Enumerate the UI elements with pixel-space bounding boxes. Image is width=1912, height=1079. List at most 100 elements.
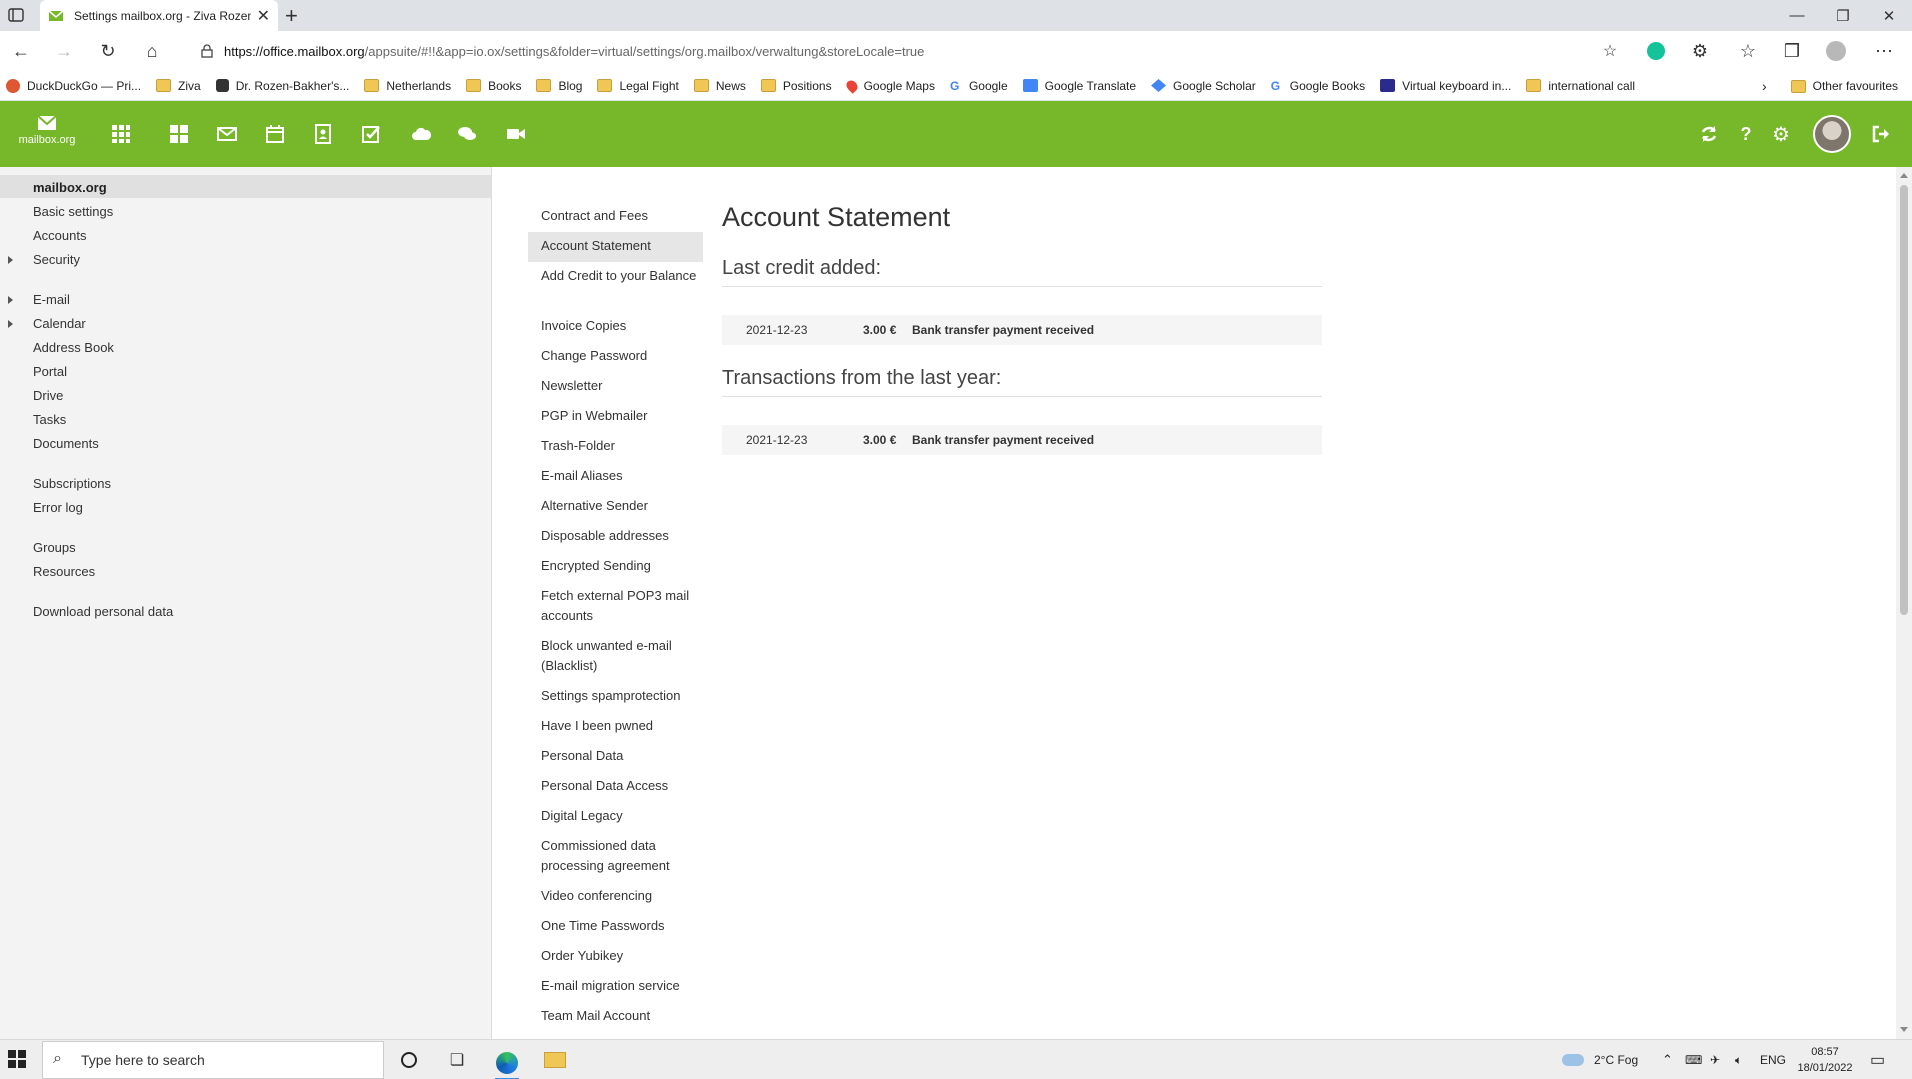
scroll-down-icon[interactable] xyxy=(1900,1027,1908,1032)
tree-item-download-personal-data[interactable]: Download personal data xyxy=(33,604,173,619)
bookmark-google-translate[interactable]: Google Translate xyxy=(1022,79,1136,93)
tree-item-groups[interactable]: Groups xyxy=(33,540,76,555)
other-favourites[interactable]: Other favourites xyxy=(1813,79,1898,93)
lock-icon[interactable] xyxy=(200,44,214,58)
bookmark-google[interactable]: G Google xyxy=(950,79,1008,94)
menu-item-spamprotection[interactable]: Settings spamprotection xyxy=(541,686,701,706)
favorites-icon[interactable]: ☆ xyxy=(1736,39,1760,63)
menu-item-alternative-sender[interactable]: Alternative Sender xyxy=(541,496,701,516)
expand-arrow-icon[interactable] xyxy=(8,296,13,304)
tree-item-address-book[interactable]: Address Book xyxy=(33,340,114,355)
address-bar[interactable]: https://office.mailbox.org/appsuite/#!!&… xyxy=(184,36,1620,66)
menu-item-change-password[interactable]: Change Password xyxy=(541,346,701,366)
menu-item-digital-legacy[interactable]: Digital Legacy xyxy=(541,806,701,826)
scroll-up-icon[interactable] xyxy=(1900,173,1908,178)
tray-chevron-icon[interactable]: ⌃ xyxy=(1662,1040,1673,1079)
bookmark-virtual-keyboard[interactable]: Virtual keyboard in... xyxy=(1380,79,1511,93)
help-icon[interactable]: ? xyxy=(1735,123,1757,145)
restore-icon[interactable]: ❐ xyxy=(1820,0,1866,31)
expand-arrow-icon[interactable] xyxy=(8,256,13,264)
tree-item-calendar[interactable]: Calendar xyxy=(33,316,86,331)
bookmark-rozen-bakher[interactable]: Dr. Rozen-Bakher's... xyxy=(215,79,349,93)
menu-item-blacklist[interactable]: Block unwanted e-mail (Blacklist) xyxy=(541,636,701,676)
menu-item-email-aliases[interactable]: E-mail Aliases xyxy=(541,466,701,486)
menu-item-invoice-copies[interactable]: Invoice Copies xyxy=(541,316,701,336)
tasks-icon[interactable] xyxy=(360,123,382,145)
edge-icon[interactable] xyxy=(495,1048,519,1079)
expand-arrow-icon[interactable] xyxy=(8,320,13,328)
grammarly-icon[interactable] xyxy=(1644,39,1668,63)
menu-item-personal-data[interactable]: Personal Data xyxy=(541,746,701,766)
bookmark-folder-international-call[interactable]: international call xyxy=(1526,79,1635,93)
profile-icon[interactable] xyxy=(1824,39,1848,63)
windows-start-icon[interactable] xyxy=(8,1050,26,1068)
bookmark-folder-books[interactable]: Books xyxy=(466,79,521,93)
bookmark-folder-positions[interactable]: Positions xyxy=(760,79,832,93)
file-explorer-icon[interactable] xyxy=(543,1048,567,1072)
reload-icon[interactable]: ↻ xyxy=(96,39,120,63)
chevron-right-icon[interactable]: › xyxy=(1762,78,1767,94)
tab-close-icon[interactable]: ✕ xyxy=(257,6,270,26)
calendar-icon[interactable] xyxy=(264,123,286,145)
tree-item-security[interactable]: Security xyxy=(33,252,80,267)
weather-widget[interactable]: 2°C Fog xyxy=(1562,1040,1638,1079)
bookmark-google-maps[interactable]: Google Maps xyxy=(843,77,935,94)
page-scrollbar[interactable] xyxy=(1896,167,1912,1039)
drive-cloud-icon[interactable] xyxy=(410,123,432,145)
back-icon[interactable]: ← xyxy=(9,39,33,63)
menu-item-pgp-in-webmailer[interactable]: PGP in Webmailer xyxy=(541,406,701,426)
menu-item-team-mail-account[interactable]: Team Mail Account xyxy=(541,1006,701,1026)
menu-item-one-time-passwords[interactable]: One Time Passwords xyxy=(541,916,701,936)
mailbox-logo[interactable]: mailbox.org xyxy=(16,115,78,146)
chat-icon[interactable] xyxy=(456,123,478,145)
notifications-icon[interactable]: ▭ xyxy=(1870,1040,1885,1079)
menu-item-disposable-addresses[interactable]: Disposable addresses xyxy=(541,526,701,546)
collections-icon[interactable]: ❒ xyxy=(1780,39,1804,63)
apps-grid-icon[interactable] xyxy=(110,123,132,145)
cortana-icon[interactable] xyxy=(397,1048,421,1072)
tree-item-basic-settings[interactable]: Basic settings xyxy=(33,204,113,219)
menu-item-trash-folder[interactable]: Trash-Folder xyxy=(541,436,701,456)
system-clock[interactable]: 08:57 18/01/2022 xyxy=(1790,1044,1860,1076)
tree-item-email[interactable]: E-mail xyxy=(33,292,70,307)
minimize-icon[interactable]: — xyxy=(1774,0,1820,31)
bookmark-duckduckgo[interactable]: DuckDuckGo — Pri... xyxy=(6,78,141,93)
input-method-icon[interactable]: ⌨ xyxy=(1685,1040,1702,1079)
bookmark-folder-news[interactable]: News xyxy=(693,79,746,93)
scrollbar-thumb[interactable] xyxy=(1900,185,1908,615)
bookmark-folder-legal-fight[interactable]: Legal Fight xyxy=(597,79,679,93)
settings-gear-icon[interactable]: ⚙ xyxy=(1770,123,1792,146)
menu-item-add-credit[interactable]: Add Credit to your Balance xyxy=(541,266,701,286)
logout-icon[interactable] xyxy=(1870,123,1892,145)
menu-item-order-yubikey[interactable]: Order Yubikey xyxy=(541,946,701,966)
airplane-mode-icon[interactable]: ✈ xyxy=(1710,1040,1720,1079)
menu-item-contract-and-fees[interactable]: Contract and Fees xyxy=(541,206,701,226)
menu-item-email-migration[interactable]: E-mail migration service xyxy=(541,976,701,996)
menu-item-data-processing-agreement[interactable]: Commissioned data processing agreement xyxy=(541,836,701,876)
bookmark-folder-netherlands[interactable]: Netherlands xyxy=(364,79,451,93)
forward-icon[interactable]: → xyxy=(52,39,76,63)
taskbar-search-box[interactable]: ⌕ Type here to search xyxy=(42,1041,384,1079)
browser-tab[interactable]: Settings mailbox.org - Ziva Rozen- ✕ xyxy=(40,0,278,31)
bookmark-google-scholar[interactable]: Google Scholar xyxy=(1151,79,1256,93)
menu-item-have-i-been-pwned[interactable]: Have I been pwned xyxy=(541,716,701,736)
tree-item-mailbox-org[interactable]: mailbox.org xyxy=(33,180,107,195)
task-view-icon[interactable]: ❏ xyxy=(445,1048,469,1072)
address-book-icon[interactable] xyxy=(312,123,334,145)
tree-item-subscriptions[interactable]: Subscriptions xyxy=(33,476,111,491)
menu-item-personal-data-access[interactable]: Personal Data Access xyxy=(541,776,701,796)
portal-icon[interactable] xyxy=(168,123,190,145)
more-menu-icon[interactable]: ⋯ xyxy=(1872,39,1896,63)
bookmark-folder-blog[interactable]: Blog xyxy=(536,79,582,93)
refresh-icon[interactable] xyxy=(1698,123,1720,145)
bookmark-google-books[interactable]: G Google Books xyxy=(1271,79,1365,94)
favorite-star-icon[interactable]: ☆ xyxy=(1598,39,1622,63)
language-indicator[interactable]: ENG xyxy=(1760,1040,1786,1079)
volume-icon[interactable]: 🔈︎ xyxy=(1735,1040,1742,1079)
menu-item-account-statement[interactable]: Account Statement xyxy=(541,236,701,256)
menu-item-video-conferencing[interactable]: Video conferencing xyxy=(541,886,701,906)
tree-item-resources[interactable]: Resources xyxy=(33,564,95,579)
tree-item-portal[interactable]: Portal xyxy=(33,364,67,379)
tree-item-tasks[interactable]: Tasks xyxy=(33,412,66,427)
mail-icon[interactable] xyxy=(216,123,238,145)
